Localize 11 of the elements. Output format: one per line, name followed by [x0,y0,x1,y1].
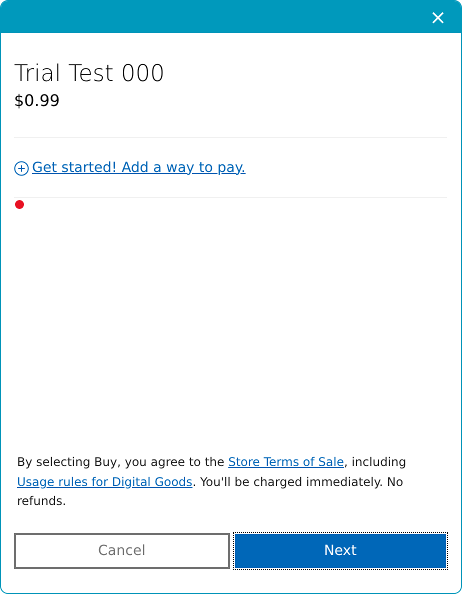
status-dot [15,200,24,209]
cancel-button[interactable]: Cancel [14,533,230,569]
terms-link[interactable]: Store Terms of Sale [228,455,344,470]
product-price: $0.99 [14,90,61,112]
next-button[interactable]: Next [234,533,447,569]
product-title: Trial Test 000 [14,61,166,89]
terms-link[interactable]: Usage rules for Digital Goods [17,474,192,489]
add-payment-link[interactable]: Get started! Add a way to pay. [14,138,246,197]
legal-notice: By selecting Buy, you agree to the Store Terms of Sale, including Usage rules for Digital Goods. You'll be charged immediately. No refunds. [17,454,408,510]
close-button[interactable]: × [415,1,461,33]
plus-circle-icon [14,160,29,176]
